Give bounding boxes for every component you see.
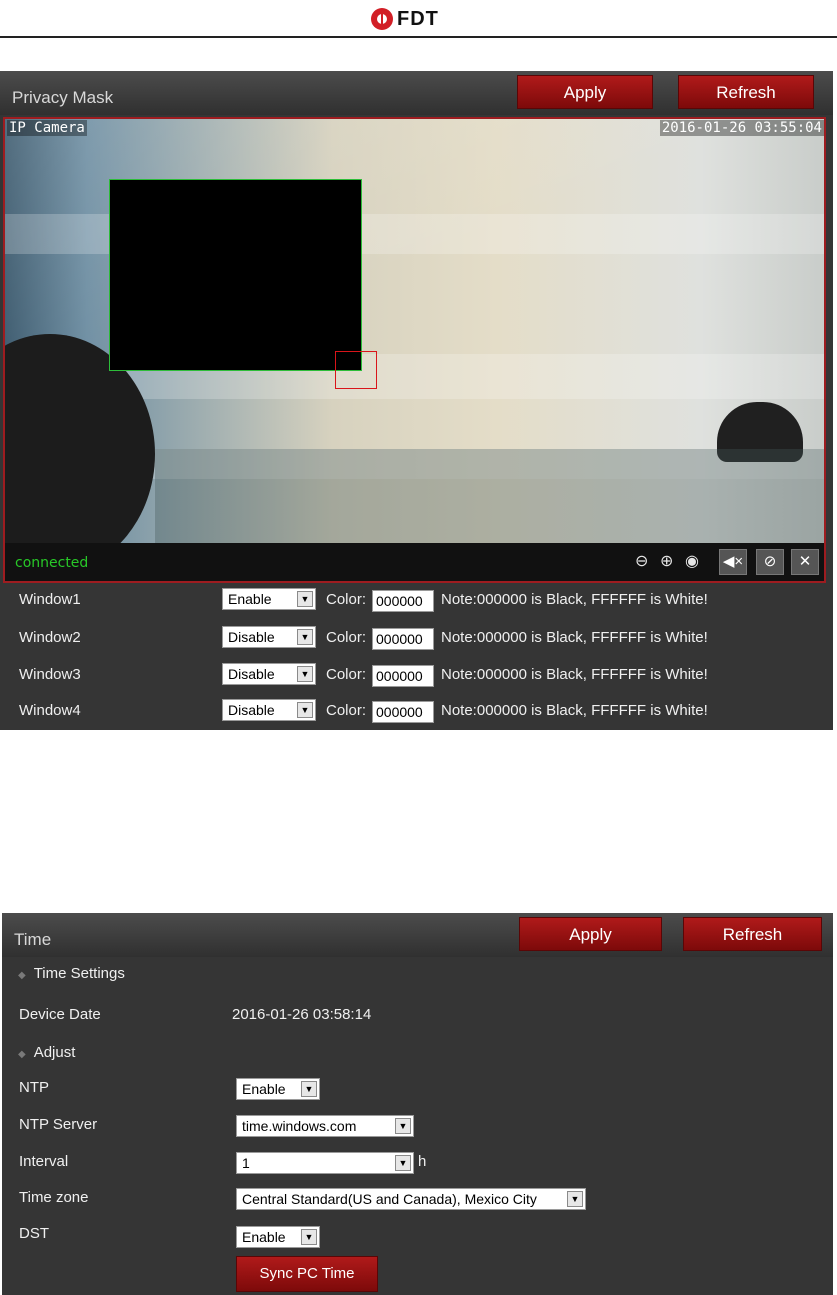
fdt-logo-icon [371, 8, 393, 30]
ntp-server-select[interactable]: time.windows.com ▼ [236, 1115, 414, 1137]
ntp-server-label: NTP Server [19, 1116, 98, 1133]
panel-title: Privacy Mask [12, 88, 114, 107]
panel-header: Time Apply Refresh [2, 913, 833, 957]
window-row: Window3 Disable ▼ Color: 000000 Note:0000… [0, 663, 833, 689]
apply-button[interactable]: Apply [517, 75, 653, 109]
sync-pc-time-button[interactable]: Sync PC Time [236, 1256, 378, 1292]
panel-title: Time [14, 930, 52, 949]
interval-label: Interval [19, 1153, 69, 1170]
apply-button[interactable]: Apply [519, 917, 662, 951]
ntp-label: NTP [19, 1079, 49, 1096]
interval-unit: h [418, 1153, 427, 1170]
color-note: Note:000000 is Black, FFFFFF is White! [441, 666, 708, 683]
chevron-down-icon: ▼ [301, 1081, 317, 1097]
color-note: Note:000000 is Black, FFFFFF is White! [441, 702, 708, 719]
brand-logo: FDT [371, 4, 439, 34]
window-state-select[interactable]: Enable ▼ [222, 588, 316, 610]
camera-label: IP Camera [7, 120, 87, 136]
window-row: Window2 Disable ▼ Color: 000000 Note:0000… [0, 626, 833, 652]
zoom-out-icon[interactable]: ⊖ [635, 551, 648, 571]
color-label: Color: [326, 702, 367, 719]
record-icon[interactable]: ◉ [685, 551, 699, 571]
section-time-settings: ◆ Time Settings [18, 965, 125, 982]
diamond-icon: ◆ [18, 970, 26, 981]
video-timestamp: 2016-01-26 03:55:04 [659, 120, 824, 136]
dst-label: DST [19, 1225, 49, 1242]
window-label: Window3 [19, 666, 81, 683]
color-label: Color: [326, 666, 367, 683]
timezone-label: Time zone [19, 1189, 89, 1206]
brand-name: FDT [397, 7, 439, 30]
diamond-icon: ◆ [18, 1049, 26, 1060]
chevron-down-icon: ▼ [297, 629, 313, 645]
color-input[interactable]: 000000 [372, 590, 434, 612]
device-date-value: 2016-01-26 03:58:14 [232, 1006, 372, 1023]
window-label: Window1 [19, 591, 81, 608]
mute-mic-icon[interactable]: ⊘ [756, 549, 784, 575]
chevron-down-icon: ▼ [395, 1118, 411, 1134]
color-input[interactable]: 000000 [372, 628, 434, 650]
section-adjust: ◆ Adjust [18, 1044, 76, 1061]
chevron-down-icon: ▼ [297, 702, 313, 718]
mute-speaker-icon[interactable]: ◀× [719, 549, 747, 575]
privacy-mask-region[interactable] [109, 179, 362, 371]
connection-status: connected [15, 555, 89, 571]
dst-select[interactable]: Enable ▼ [236, 1226, 320, 1248]
mask-resize-handle[interactable] [335, 351, 377, 389]
window-label: Window4 [19, 702, 81, 719]
chevron-down-icon: ▼ [395, 1155, 411, 1171]
header-divider [0, 36, 837, 38]
chevron-down-icon: ▼ [567, 1191, 583, 1207]
video-preview[interactable]: IP Camera 2016-01-26 03:55:04 connected … [3, 117, 826, 583]
window-state-select[interactable]: Disable ▼ [222, 626, 316, 648]
time-panel: Time Apply Refresh ◆ Time Settings Device… [2, 913, 833, 1295]
chevron-down-icon: ▼ [301, 1229, 317, 1245]
window-state-select[interactable]: Disable ▼ [222, 699, 316, 721]
window-state-select[interactable]: Disable ▼ [222, 663, 316, 685]
color-input[interactable]: 000000 [372, 665, 434, 687]
window-row: Window1 Enable ▼ Color: 000000 Note:00000… [0, 588, 833, 614]
timezone-select[interactable]: Central Standard(US and Canada), Mexico … [236, 1188, 586, 1210]
zoom-in-icon[interactable]: ⊕ [660, 551, 673, 571]
video-toolbar: connected ⊖ ⊕ ◉ ◀× ⊘ ✕ [5, 543, 824, 581]
color-label: Color: [326, 591, 367, 608]
color-note: Note:000000 is Black, FFFFFF is White! [441, 591, 708, 608]
color-label: Color: [326, 629, 367, 646]
window-row: Window4 Disable ▼ Color: 000000 Note:0000… [0, 699, 833, 725]
chevron-down-icon: ▼ [297, 666, 313, 682]
desk-surface [155, 449, 824, 549]
window-label: Window2 [19, 629, 81, 646]
color-input[interactable]: 000000 [372, 701, 434, 723]
refresh-button[interactable]: Refresh [683, 917, 822, 951]
ntp-select[interactable]: Enable ▼ [236, 1078, 320, 1100]
settings-tools-icon[interactable]: ✕ [791, 549, 819, 575]
chevron-down-icon: ▼ [297, 591, 313, 607]
device-date-label: Device Date [19, 1006, 101, 1023]
color-note: Note:000000 is Black, FFFFFF is White! [441, 629, 708, 646]
panel-header: Privacy Mask Apply Refresh [0, 71, 833, 115]
interval-select[interactable]: 1 ▼ [236, 1152, 414, 1174]
refresh-button[interactable]: Refresh [678, 75, 814, 109]
